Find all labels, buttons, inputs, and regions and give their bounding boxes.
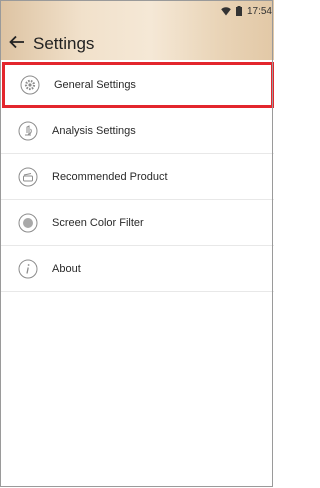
battery-icon xyxy=(235,6,242,16)
settings-item-about[interactable]: About xyxy=(0,246,274,292)
settings-item-color-filter[interactable]: Screen Color Filter xyxy=(0,200,274,246)
back-arrow-icon xyxy=(9,35,24,49)
gear-icon xyxy=(20,75,40,95)
page-title: Settings xyxy=(33,34,95,53)
settings-item-label: Screen Color Filter xyxy=(52,216,144,229)
back-button[interactable] xyxy=(6,33,28,51)
settings-item-recommended[interactable]: Recommended Product xyxy=(0,154,274,200)
settings-item-general[interactable]: General Settings xyxy=(2,62,274,108)
settings-list: General Settings Analysis Settings Recom… xyxy=(0,62,274,292)
settings-item-label: Analysis Settings xyxy=(52,124,136,137)
info-icon xyxy=(18,259,38,278)
status-time: 17:54 xyxy=(246,5,272,17)
settings-item-label: Recommended Product xyxy=(52,170,168,183)
product-icon xyxy=(18,167,38,186)
status-bar: 17:54 xyxy=(221,4,274,18)
analysis-icon xyxy=(18,121,38,140)
wifi-icon xyxy=(221,6,231,15)
settings-item-label: General Settings xyxy=(54,79,136,91)
color-filter-icon xyxy=(18,213,38,232)
app-bar: 17:54 Settings xyxy=(0,0,274,60)
settings-item-label: About xyxy=(52,262,81,275)
settings-item-analysis[interactable]: Analysis Settings xyxy=(0,108,274,154)
